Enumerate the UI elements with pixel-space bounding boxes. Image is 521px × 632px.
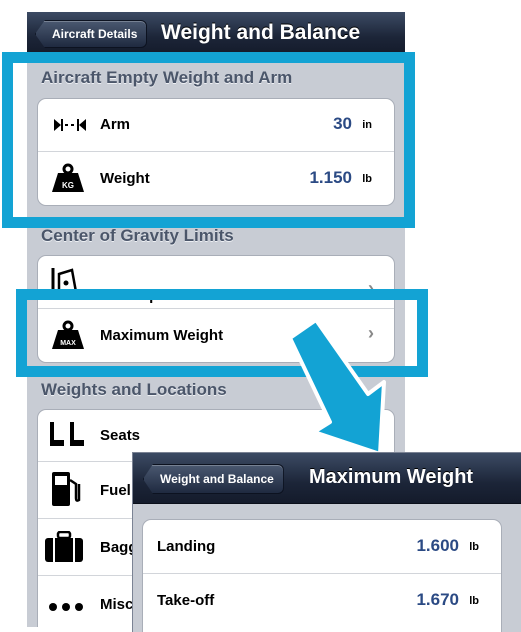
landing-row[interactable]: Landing 1.600 lb <box>143 520 501 574</box>
takeoff-value: 1.670 <box>416 590 459 609</box>
fuel-pump-icon <box>52 472 81 506</box>
takeoff-label: Take-off <box>157 592 215 609</box>
ellipsis-icon <box>49 603 83 611</box>
landing-value: 1.600 <box>416 536 459 555</box>
back-button-aircraft-details[interactable]: Aircraft Details <box>35 20 148 48</box>
section-header-weights-locations: Weights and Locations <box>41 380 227 399</box>
fuel-label: Fuel <box>100 482 131 499</box>
section-header-cg-limits: Center of Gravity Limits <box>41 226 234 245</box>
landing-unit: lb <box>469 541 479 553</box>
inset-page-title: Maximum Weight <box>309 466 474 488</box>
takeoff-unit: lb <box>469 595 479 607</box>
misc-label: Misc <box>100 596 134 613</box>
landing-label: Landing <box>157 538 216 555</box>
nav-bar: Aircraft Details Weight and Balance <box>27 12 405 55</box>
suitcase-icon <box>45 531 83 562</box>
page-title: Weight and Balance <box>161 21 361 44</box>
inset-nav-bar: Weight and Balance Maximum Weight <box>133 453 521 504</box>
maximum-weight-screen: Weight and Balance Maximum Weight Landin… <box>133 453 521 632</box>
arrow-icon <box>288 318 386 456</box>
highlight-frame-empty-weight <box>2 52 415 228</box>
seats-icon <box>50 422 84 446</box>
back-button-weight-balance[interactable]: Weight and Balance <box>143 464 284 494</box>
baggage-label: Bagg <box>100 539 138 556</box>
takeoff-row[interactable]: Take-off 1.670 lb <box>143 574 501 630</box>
maximum-weight-group: Landing 1.600 lb Take-off 1.670 lb <box>142 519 502 632</box>
seats-label: Seats <box>100 427 141 444</box>
